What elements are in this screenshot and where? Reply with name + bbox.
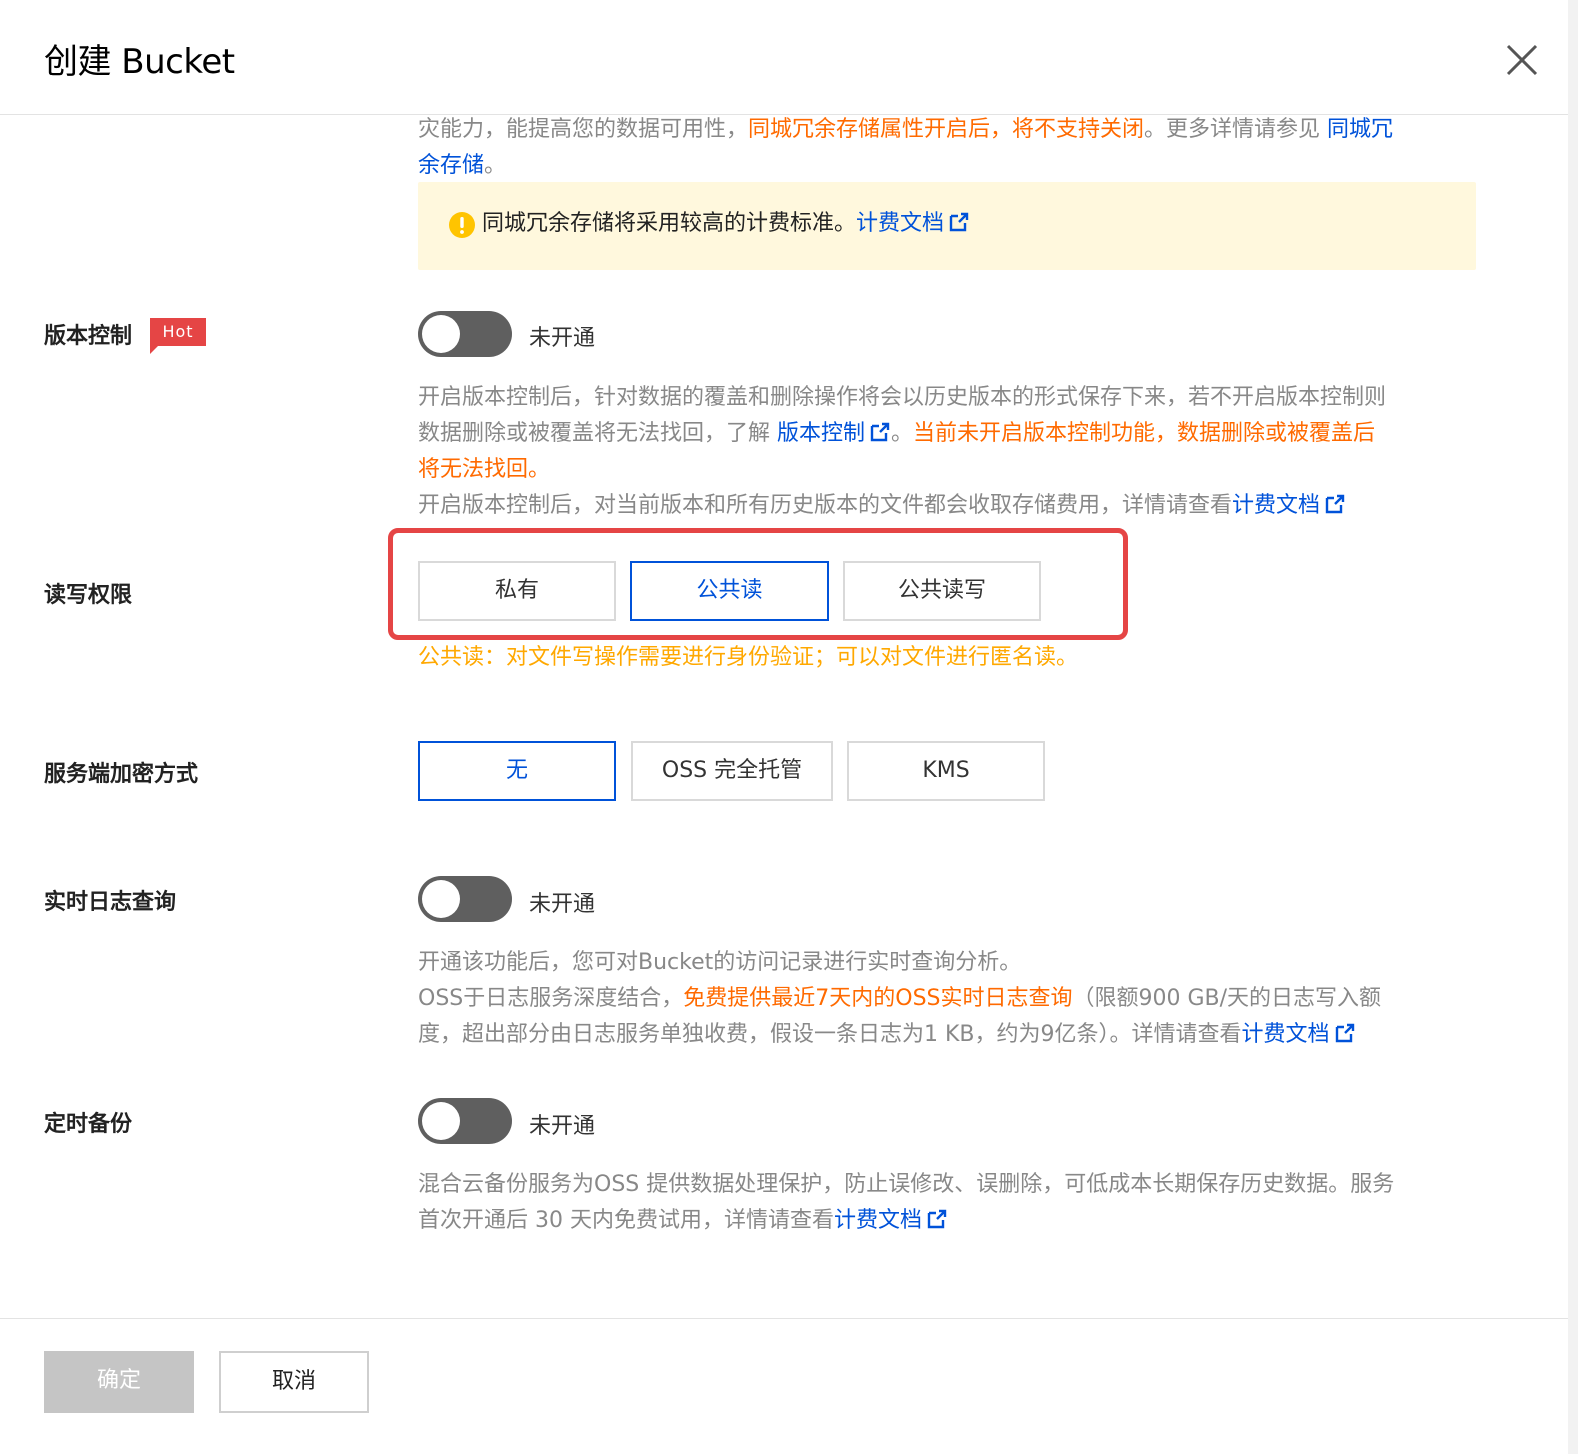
encryption-option-oss-managed[interactable]: OSS 完全托管 <box>631 741 833 801</box>
external-link-icon[interactable] <box>1334 1022 1356 1044</box>
hot-badge: Hot <box>150 318 206 354</box>
backup-label: 定时备份 <box>44 1112 133 1137</box>
versioning-warning: 将无法找回。 <box>418 457 551 482</box>
acl-hint: 公共读：对文件写操作需要进行身份验证；可以对文件进行匿名读。 <box>418 645 1079 670</box>
realtime-log-toggle-label: 未开通 <box>529 892 596 917</box>
encryption-option-kms[interactable]: KMS <box>847 741 1045 801</box>
notice-billing-link[interactable]: 计费文档 <box>856 211 944 236</box>
external-link-icon[interactable] <box>948 211 970 233</box>
confirm-button[interactable]: 确定 <box>44 1351 194 1413</box>
notice-text: 同城冗余存储将采用较高的计费标准。 <box>482 211 857 236</box>
page-edge <box>1568 0 1578 1454</box>
close-icon[interactable] <box>1500 38 1544 82</box>
highlight-box <box>388 528 1128 640</box>
backup-toggle[interactable] <box>418 1098 512 1144</box>
realtime-log-label: 实时日志查询 <box>44 890 177 915</box>
redundancy-link-cont[interactable]: 余存储 <box>418 153 484 178</box>
billing-notice: 同城冗余存储将采用较高的计费标准。计费文档 <box>418 182 1476 270</box>
cancel-button[interactable]: 取消 <box>219 1351 369 1413</box>
versioning-toggle[interactable] <box>418 311 512 357</box>
encryption-option-none[interactable]: 无 <box>418 741 616 801</box>
redundancy-link[interactable]: 同城冗 <box>1327 117 1393 142</box>
external-link-icon[interactable] <box>869 421 891 443</box>
versioning-description: 开启版本控制后，针对数据的覆盖和删除操作将会以历史版本的形式保存下来，若不开启版… <box>418 385 1387 518</box>
versioning-toggle-label: 未开通 <box>529 326 596 351</box>
dialog-footer: 确定 取消 <box>0 1318 1568 1455</box>
realtime-log-description: 开通该功能后，您可对Bucket的访问记录进行实时查询分析。 OSS于日志服务深… <box>418 950 1382 1047</box>
encryption-label: 服务端加密方式 <box>44 762 199 787</box>
versioning-billing-link[interactable]: 计费文档 <box>1232 493 1320 518</box>
versioning-doc-link[interactable]: 版本控制 <box>777 421 865 446</box>
acl-label: 读写权限 <box>44 583 133 608</box>
external-link-icon[interactable] <box>926 1208 948 1230</box>
versioning-label: 版本控制 <box>44 324 133 349</box>
realtime-log-toggle[interactable] <box>418 876 512 922</box>
dialog-title: 创建 Bucket <box>44 42 235 82</box>
redundancy-warning: 同城冗余存储属性开启后，将不支持关闭 <box>748 117 1145 142</box>
warning-icon <box>449 212 475 238</box>
backup-toggle-label: 未开通 <box>529 1114 596 1139</box>
backup-description: 混合云备份服务为OSS 提供数据处理保护，防止误修改、误删除，可低成本长期保存历… <box>418 1172 1395 1233</box>
realtime-log-billing-link[interactable]: 计费文档 <box>1242 1022 1330 1047</box>
redundancy-description: 灾能力，能提高您的数据可用性，同城冗余存储属性开启后，将不支持关闭。更多详情请参… <box>418 117 1394 178</box>
dialog-header: 创建 Bucket <box>0 0 1568 115</box>
external-link-icon[interactable] <box>1324 493 1346 515</box>
backup-billing-link[interactable]: 计费文档 <box>834 1208 922 1233</box>
